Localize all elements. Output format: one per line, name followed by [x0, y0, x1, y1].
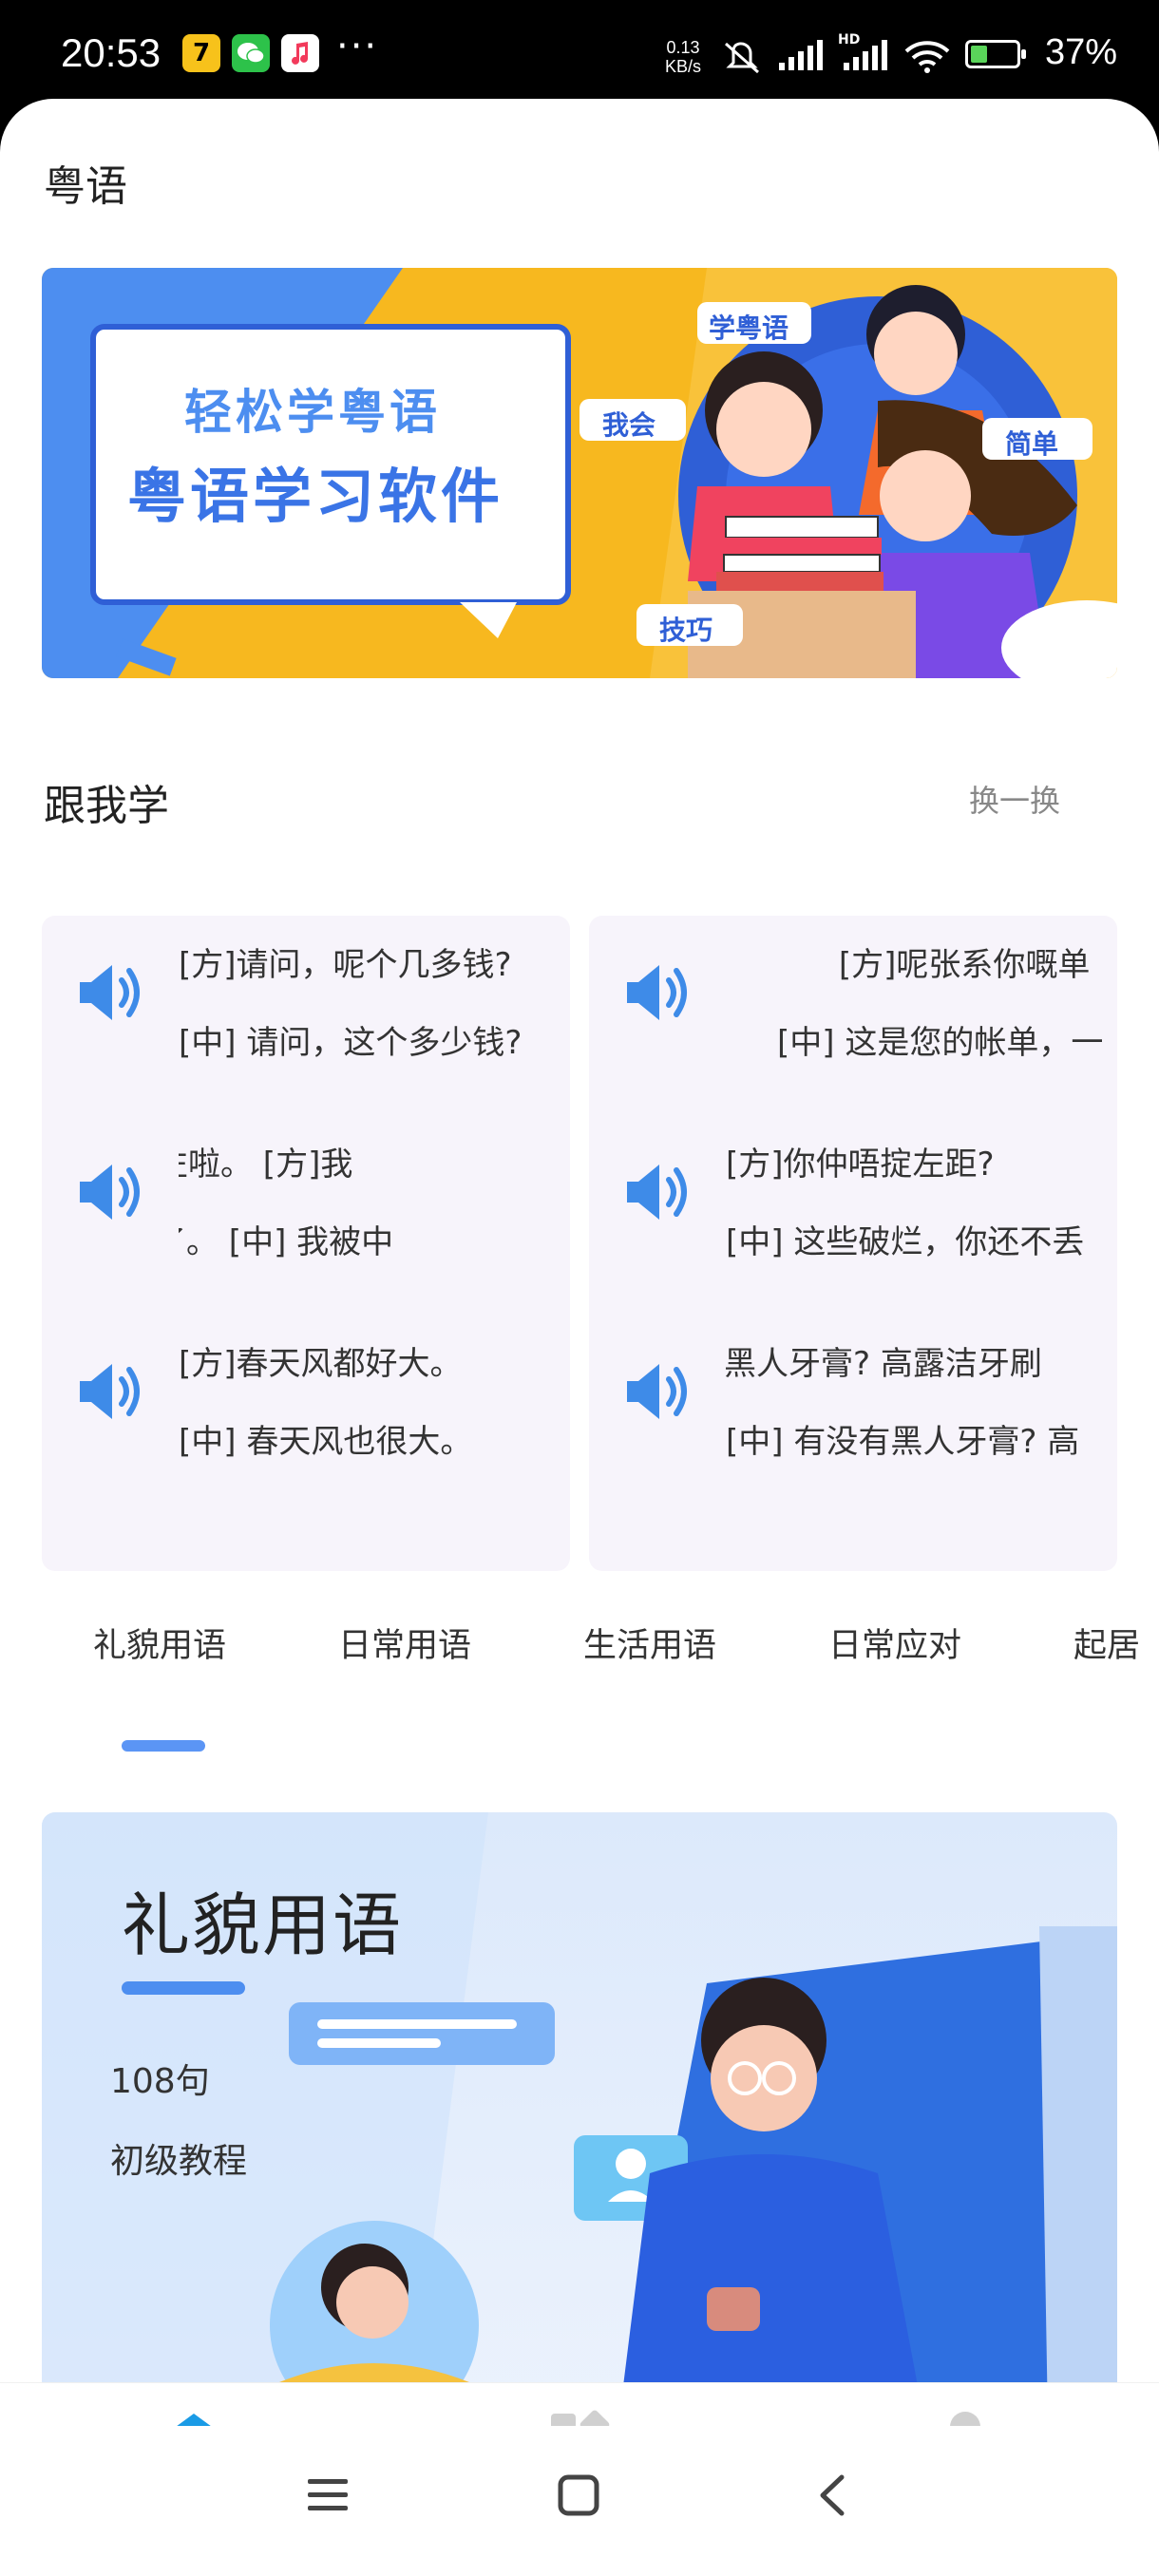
speaker-icon[interactable]	[76, 1159, 148, 1225]
banner-tag-skill: 技巧	[659, 615, 713, 646]
battery-percent: 37%	[1045, 32, 1118, 72]
lesson-count: 108句	[110, 2062, 210, 2101]
phrase-row[interactable]: [方]春天风都好大。 [中] 春天风也很大。	[42, 1315, 570, 1476]
net-speed-unit: KB/s	[665, 57, 702, 76]
main-screen: 粤语 轻松学粤语 粤语学习软件 学粤语 我会 简单 技巧 跟我学 换一换 [方]…	[0, 99, 1159, 2576]
music-icon	[281, 34, 319, 72]
status-bar: 20:53 7 ··· 0.13 KB/s HD 37%	[0, 0, 1159, 104]
mandarin-text: [中] 有没有黑人牙膏? 高	[726, 1423, 1080, 1461]
tab-living[interactable]: 起居	[1074, 1619, 1140, 1667]
phrase-row[interactable]: [方]你仲唔掟左距? [中] 这些破烂，你还不丢	[589, 1115, 1117, 1277]
signal-icon	[779, 40, 823, 70]
speaker-icon[interactable]	[623, 1159, 695, 1225]
net-speed: 0.13 KB/s	[665, 38, 701, 76]
tab-life-phrases[interactable]: 生活用语	[583, 1619, 716, 1667]
banner-tag-can: 我会	[602, 409, 656, 441]
page-title: 粤语	[44, 162, 127, 211]
dialect-text: 有冇黑人牙膏? 高露洁牙刷	[726, 1345, 1042, 1383]
active-tab-indicator	[122, 1740, 205, 1752]
banner-tag-simple: 简单	[1005, 428, 1059, 460]
home-button-icon[interactable]	[557, 2473, 600, 2517]
mandarin-text: [中] 请问，这个多少钱?	[179, 1024, 522, 1062]
phrase-row[interactable]: 有冇黑人牙膏? 高露洁牙刷 [中] 有没有黑人牙膏? 高	[589, 1315, 1117, 1476]
lesson-title: 礼貌用语	[122, 1885, 404, 1965]
refresh-button[interactable]: 换一换	[969, 777, 1060, 821]
phrase-row[interactable]: 我张单中咗奖，去取左啦。 [方]我 我的单子中奖了。 [中] 我被中	[42, 1115, 570, 1277]
app-notification-icon: 7	[182, 34, 220, 72]
dialect-text: [方]请问，呢个几多钱?	[179, 946, 512, 984]
more-notifications-icon: ···	[336, 25, 379, 68]
wechat-icon	[232, 34, 270, 72]
dialect-text: [方]呢张系你嘅单	[726, 946, 1091, 984]
speaker-icon[interactable]	[623, 1358, 695, 1425]
battery-level	[971, 46, 987, 63]
speaker-icon[interactable]	[76, 1358, 148, 1425]
phrase-card: [方]请问，呢个几多钱? [中] 请问，这个多少钱? 我张单中咗奖，去取左啦。 …	[42, 916, 570, 1571]
category-tabs: 礼貌用语 日常用语 生活用语 日常应对 起居	[0, 1619, 1159, 1714]
back-icon[interactable]	[813, 2473, 851, 2517]
tab-polite-phrases[interactable]: 礼貌用语	[93, 1619, 226, 1667]
learn-section-title: 跟我学	[44, 782, 169, 830]
lesson-title-underline	[122, 1981, 245, 1995]
promo-banner[interactable]: 轻松学粤语 粤语学习软件 学粤语 我会 简单 技巧	[42, 268, 1117, 678]
phrase-row[interactable]: [方]请问，呢个几多钱? [中] 请问，这个多少钱?	[42, 916, 570, 1077]
phrase-card: [方]呢张系你嘅单 [中] 这是您的帐单，一 [方]你仲唔掟左距? [中] 这些…	[589, 916, 1117, 1571]
menu-icon[interactable]	[306, 2473, 350, 2517]
mandarin-text: [中] 这是您的帐单，一	[726, 1024, 1102, 1062]
dialect-text: [方]你仲唔掟左距?	[726, 1146, 995, 1184]
banner-line1: 轻松学粤语	[184, 385, 441, 440]
speaker-icon[interactable]	[623, 959, 695, 1026]
dialect-text: 我张单中咗奖，去取左啦。 [方]我	[179, 1146, 353, 1184]
system-nav-bar	[0, 2426, 1159, 2576]
banner-line2: 粤语学习软件	[127, 462, 504, 531]
speaker-icon[interactable]	[76, 959, 148, 1026]
tab-daily-responses[interactable]: 日常应对	[828, 1619, 961, 1667]
mandarin-text: 我的单子中奖了。 [中] 我被中	[179, 1223, 394, 1261]
dialect-text: [方]春天风都好大。	[179, 1345, 463, 1383]
battery-icon	[965, 40, 1026, 68]
mandarin-text: [中] 春天风也很大。	[179, 1423, 473, 1461]
tab-daily-phrases[interactable]: 日常用语	[338, 1619, 471, 1667]
wifi-icon	[904, 41, 950, 73]
signal-2-icon	[844, 40, 887, 70]
net-speed-value: 0.13	[666, 38, 700, 57]
lesson-card[interactable]: 礼貌用语 108句 初级教程	[42, 1812, 1117, 2477]
mandarin-text: [中] 这些破烂，你还不丢	[726, 1223, 1085, 1261]
mute-icon	[725, 42, 759, 74]
banner-tag-learn: 学粤语	[709, 313, 789, 344]
phrase-row[interactable]: [方]呢张系你嘅单 [中] 这是您的帐单，一	[589, 916, 1117, 1077]
lesson-level: 初级教程	[110, 2142, 248, 2181]
status-time: 20:53	[61, 30, 162, 75]
